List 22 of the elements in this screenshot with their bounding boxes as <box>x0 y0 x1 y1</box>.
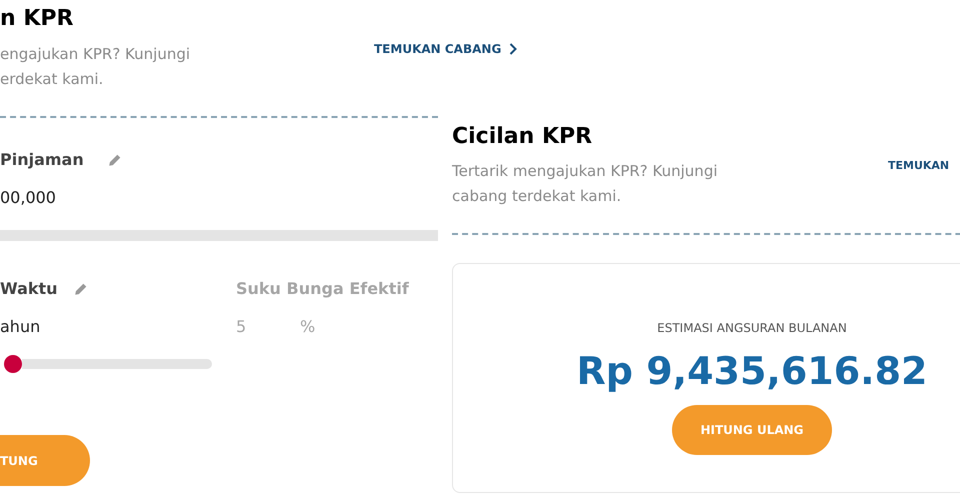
loan-label: Pinjaman <box>0 149 84 171</box>
section-title: n KPR <box>0 5 74 33</box>
find-branch-link[interactable]: TEMUKAN CABANG <box>374 40 518 58</box>
slider-thumb[interactable] <box>4 355 22 373</box>
find-branch-link[interactable]: TEMUKAN <box>888 158 950 176</box>
loan-value: 00,000 <box>0 187 57 209</box>
loan-slider-track[interactable] <box>0 230 438 241</box>
monthly-amount: Rp 9,435,616.82 <box>576 348 928 395</box>
chevron-right-icon <box>509 43 518 55</box>
description-line: engajukan KPR? Kunjungi <box>0 44 192 65</box>
rate-label: Suku Bunga Efektif <box>236 278 409 300</box>
percent-unit: % <box>300 316 316 338</box>
section-title: Cicilan KPR <box>452 123 594 151</box>
description-line: erdekat kami. <box>0 69 104 90</box>
term-label: Waktu <box>0 278 58 300</box>
description-line: cabang terdekat kami. <box>452 186 622 207</box>
pencil-icon[interactable] <box>108 153 122 167</box>
estimate-label: ESTIMASI ANGSURAN BULANAN <box>657 320 847 337</box>
description-line: Tertarik mengajukan KPR? Kunjungi <box>452 161 719 182</box>
term-value: ahun <box>0 316 42 338</box>
pencil-icon[interactable] <box>74 282 88 296</box>
rate-value: 5 <box>236 316 248 338</box>
